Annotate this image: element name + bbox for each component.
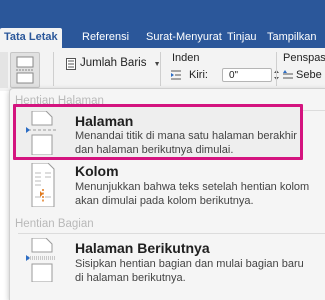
section-rule <box>18 233 325 234</box>
spacing-before-label: Sebe <box>296 69 322 81</box>
section-next-page-icon <box>26 238 56 282</box>
tab-mailings[interactable]: Surat-Menyurat <box>146 28 222 48</box>
ribbon-left-button[interactable] <box>0 52 8 88</box>
tab-view[interactable]: Tampilkan <box>267 28 317 48</box>
indent-left-label: Kiri: <box>189 69 208 81</box>
menu-item-desc: di halaman berikutnya. <box>75 272 186 284</box>
breaks-button[interactable] <box>10 52 40 88</box>
line-numbers-label: Jumlah Baris <box>80 57 147 69</box>
spacing-before-icon <box>283 70 293 79</box>
tab-layout[interactable]: Tata Letak <box>0 28 62 48</box>
ribbon-tab-bar: Tata Letak Referensi Surat-Menyurat Tinj… <box>0 0 325 48</box>
tab-references[interactable]: Referensi <box>82 28 129 48</box>
spacing-group-label: Penspas <box>283 52 325 64</box>
menu-item-desc: akan dimulai pada kolom berikutnya. <box>75 195 254 207</box>
indent-left-icon <box>171 70 181 80</box>
tab-review[interactable]: Tinjau <box>227 28 257 48</box>
menu-item-desc: Sisipkan hentian bagian dan mulai bagian… <box>75 258 304 270</box>
indent-group-label: Inden <box>172 52 200 64</box>
menu-item-title: Kolom <box>75 163 119 179</box>
line-numbers-icon <box>66 58 76 70</box>
line-numbers-button[interactable]: Jumlah Baris ▼ <box>80 57 161 69</box>
ribbon-divider <box>53 52 54 86</box>
ribbon-divider <box>160 52 161 86</box>
menu-item-desc: Menunjukkan bahwa teks setelah hentian k… <box>75 181 310 193</box>
ribbon-divider <box>276 52 277 86</box>
breaks-icon <box>16 56 34 84</box>
column-break-icon <box>31 163 55 207</box>
indent-left-field[interactable]: 0" <box>222 68 272 82</box>
section-header-section-breaks: Hentian Bagian <box>15 218 94 230</box>
highlight-frame <box>13 104 303 160</box>
menu-item-title: Halaman Berikutnya <box>75 240 210 256</box>
